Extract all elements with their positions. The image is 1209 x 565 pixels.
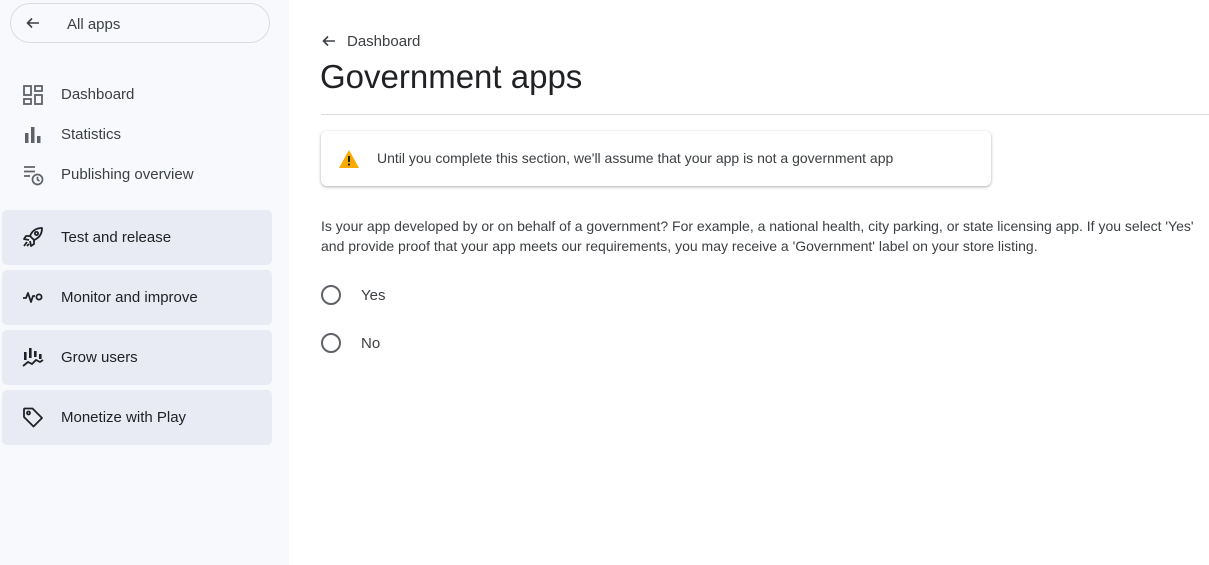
radio-button-no[interactable] [321,333,341,353]
all-apps-button[interactable]: All apps [10,3,270,43]
radio-label-yes: Yes [361,286,386,304]
title-divider [321,114,1209,115]
sidebar: All apps Dashboard Statistics Publishing… [0,0,289,565]
sidebar-item-label: Statistics [61,126,122,143]
breadcrumb-dashboard[interactable]: Dashboard [321,31,420,51]
tag-icon [23,407,43,428]
all-apps-label: All apps [67,16,121,33]
radio-option-yes[interactable]: Yes [321,284,385,306]
grow-users-icon [22,348,44,367]
vitals-icon [23,292,43,303]
sidebar-group-label: Test and release [61,229,172,246]
warning-banner: Until you complete this section, we'll a… [321,131,991,186]
description-line: Is your app developed by or on behalf of… [321,218,1194,234]
sidebar-group-test-and-release[interactable]: Test and release [2,210,272,265]
dashboard-icon [23,85,43,105]
sidebar-item-publishing-overview[interactable]: Publishing overview [0,154,289,194]
question-description: Is your app developed by or on behalf of… [321,216,1209,256]
bar-chart-icon [25,127,41,143]
warning-icon [339,150,359,168]
rocket-icon [23,227,43,247]
radio-button-yes[interactable] [321,285,341,305]
breadcrumb-label: Dashboard [347,32,421,50]
arrow-back-icon [26,17,39,29]
description-line: and provide proof that your app meets ou… [321,238,1038,254]
radio-option-no[interactable]: No [321,332,380,354]
sidebar-item-label: Dashboard [61,86,135,103]
arrow-back-icon [322,35,335,47]
page-title: Government apps [320,58,583,95]
radio-label-no: No [361,334,381,352]
sidebar-group-monitor-and-improve[interactable]: Monitor and improve [2,270,272,325]
sidebar-group-label: Grow users [61,349,138,366]
sidebar-group-label: Monetize with Play [61,409,187,426]
sidebar-group-label: Monitor and improve [61,289,198,306]
sidebar-group-monetize-with-play[interactable]: Monetize with Play [2,390,272,445]
sidebar-item-dashboard[interactable]: Dashboard [0,74,289,114]
warning-text: Until you complete this section, we'll a… [377,150,894,166]
publishing-overview-icon [24,166,44,186]
sidebar-item-label: Publishing overview [61,166,194,183]
main-content: Dashboard Government apps Until you comp… [289,0,1209,565]
sidebar-item-statistics[interactable]: Statistics [0,114,289,154]
sidebar-group-grow-users[interactable]: Grow users [2,330,272,385]
